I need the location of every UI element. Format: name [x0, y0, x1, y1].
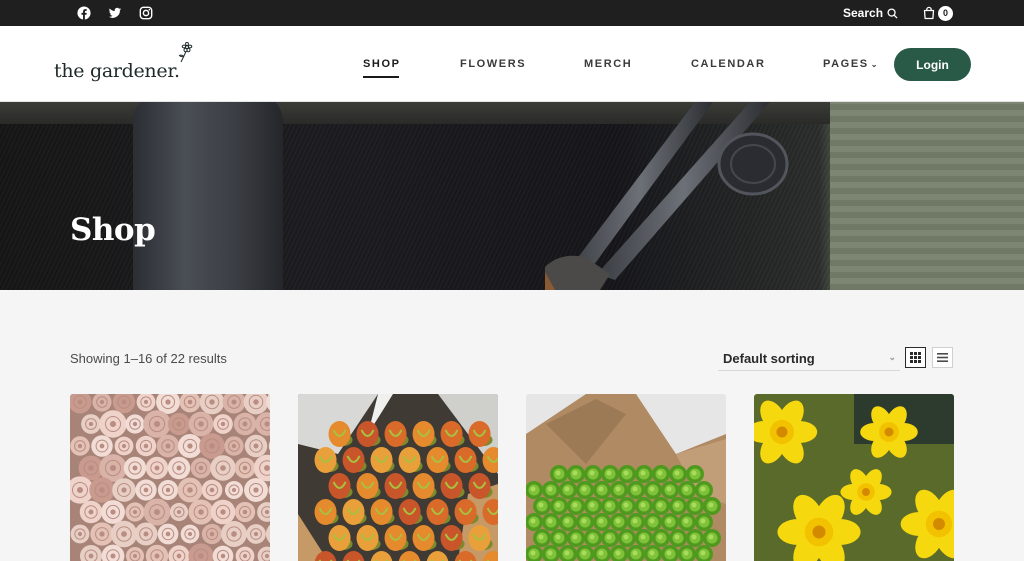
nav-pages[interactable]: PAGES ⌄	[823, 58, 877, 70]
nav-shop[interactable]: SHOP	[363, 58, 401, 70]
flower-logo-icon	[178, 42, 193, 63]
product-card[interactable]	[526, 394, 726, 561]
grid-view-button[interactable]	[905, 347, 926, 368]
sort-select[interactable]: Default sorting ⌄	[718, 346, 900, 371]
nav-calendar[interactable]: CALENDAR	[691, 58, 766, 70]
nav-merch[interactable]: MERCH	[584, 58, 632, 70]
chevron-down-icon: ⌄	[888, 352, 896, 362]
top-search-button[interactable]: Search	[843, 5, 898, 21]
orange-tulips-image	[298, 394, 498, 561]
hero-pruners-image	[545, 102, 789, 290]
facebook-icon[interactable]	[76, 5, 92, 21]
grid-view-icon	[910, 352, 921, 363]
search-icon	[887, 7, 898, 19]
product-card[interactable]	[298, 394, 498, 561]
hero-canvas-texture	[830, 102, 1024, 290]
login-button[interactable]: Login	[894, 48, 971, 81]
page-title: Shop	[70, 212, 156, 248]
cart-button[interactable]: 0	[922, 4, 953, 22]
nav-pages-label: PAGES	[823, 58, 869, 70]
top-bar: Search 0	[0, 0, 1024, 26]
sort-selected-label: Default sorting	[723, 350, 815, 366]
results-count: Showing 1–16 of 22 results	[70, 351, 227, 366]
instagram-icon[interactable]	[138, 5, 154, 21]
nav-active-indicator	[363, 76, 399, 78]
yellow-daffodils-image	[754, 394, 954, 561]
site-logo[interactable]: the gardener.	[54, 60, 180, 82]
hero-banner: Shop	[0, 102, 1024, 290]
chevron-down-icon: ⌄	[870, 60, 878, 69]
nav-flowers[interactable]: FLOWERS	[460, 58, 526, 70]
product-card[interactable]	[70, 394, 270, 561]
hero-trowel-blade	[133, 102, 283, 290]
list-view-icon	[937, 353, 948, 362]
top-search-label: Search	[843, 6, 884, 20]
product-card[interactable]	[754, 394, 954, 561]
pink-roses-image	[70, 394, 270, 561]
twitter-icon[interactable]	[107, 5, 123, 21]
cart-count-badge: 0	[938, 5, 953, 21]
site-header: the gardener. SHOP FLOWERS MERCH CALENDA…	[0, 26, 1024, 102]
list-view-button[interactable]	[932, 347, 953, 368]
green-chrysanthemums-image	[526, 394, 726, 561]
cart-icon	[923, 6, 935, 20]
